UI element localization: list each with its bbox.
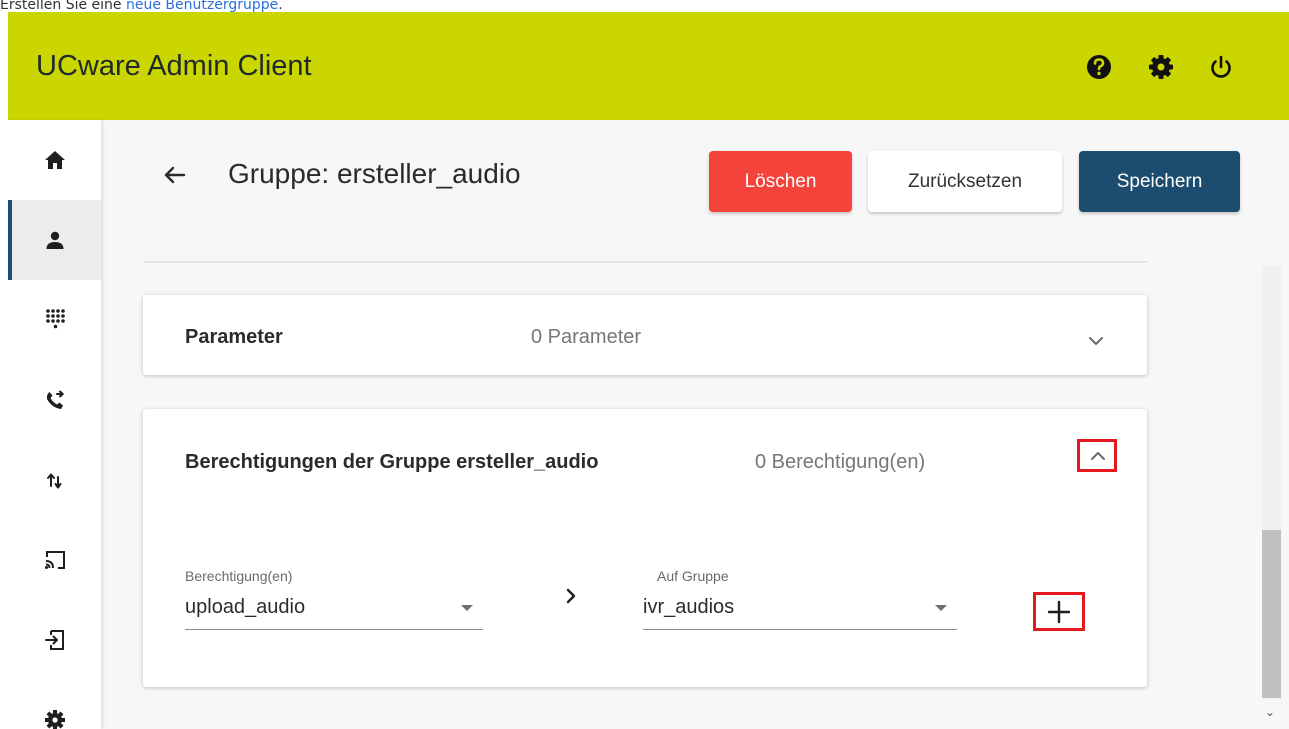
power-icon[interactable] — [1206, 52, 1236, 82]
permissions-count: 0 Berechtigung(en) — [755, 451, 926, 473]
scroll-down-arrow-icon[interactable]: ⌄ — [1265, 705, 1275, 719]
permission-field-underline — [185, 629, 483, 630]
login-icon — [44, 630, 64, 650]
sidebar-item-home[interactable] — [8, 120, 101, 200]
back-arrow-icon[interactable] — [160, 160, 190, 190]
permission-field-label: Berechtigung(en) — [185, 568, 293, 584]
app-title: UCware Admin Client — [36, 50, 312, 82]
parameter-panel[interactable]: Parameter 0 Parameter — [143, 295, 1147, 375]
instruction-caption: Erstellen Sie eine neue Benutzergruppe. — [0, 0, 283, 13]
settings-gear-icon[interactable] — [1146, 52, 1176, 82]
permissions-panel: Berechtigungen der Gruppe ersteller_audi… — [143, 409, 1147, 687]
save-button[interactable]: Speichern — [1079, 151, 1240, 212]
add-permission-button[interactable] — [1033, 592, 1085, 631]
chevron-down-icon[interactable] — [1085, 330, 1107, 352]
chevron-right-icon — [560, 585, 582, 607]
permission-dropdown-arrow-icon[interactable] — [461, 605, 473, 611]
group-field-label: Auf Gruppe — [657, 568, 729, 584]
section-divider — [143, 261, 1147, 263]
plus-icon — [1047, 600, 1071, 623]
sidebar-nav — [8, 120, 101, 729]
sidebar-item-call-forwarding[interactable] — [8, 360, 101, 440]
phone-forward-icon — [46, 390, 64, 409]
parameter-panel-title: Parameter — [185, 326, 283, 348]
sidebar-item-provisioning[interactable] — [8, 520, 101, 600]
permission-select[interactable]: upload_audio — [185, 596, 305, 619]
group-dropdown-arrow-icon[interactable] — [935, 605, 947, 611]
sidebar-item-settings[interactable] — [8, 680, 101, 729]
scrollbar-thumb[interactable] — [1262, 530, 1281, 698]
settings-gear-icon — [44, 710, 65, 729]
group-field-underline — [643, 629, 957, 630]
home-icon — [44, 151, 65, 169]
sidebar-item-dialpad[interactable] — [8, 280, 101, 360]
swap-arrows-icon — [46, 473, 61, 489]
cast-icon — [44, 551, 65, 569]
user-icon — [46, 231, 63, 249]
permissions-panel-title: Berechtigungen der Gruppe ersteller_audi… — [185, 451, 599, 473]
reset-button[interactable]: Zurücksetzen — [868, 151, 1062, 212]
group-select[interactable]: ivr_audios — [643, 596, 734, 619]
sidebar-item-login[interactable] — [8, 600, 101, 680]
dialpad-icon — [45, 309, 65, 329]
collapse-highlight-box — [1077, 439, 1117, 472]
page-title: Gruppe: ersteller_audio — [228, 158, 521, 189]
sidebar-item-transfer[interactable] — [8, 440, 101, 520]
help-icon[interactable] — [1084, 52, 1114, 82]
parameter-count: 0 Parameter — [531, 326, 642, 348]
app-header: UCware Admin Client — [8, 12, 1289, 120]
delete-button[interactable]: Löschen — [709, 151, 852, 212]
sidebar-item-users[interactable] — [8, 200, 101, 280]
